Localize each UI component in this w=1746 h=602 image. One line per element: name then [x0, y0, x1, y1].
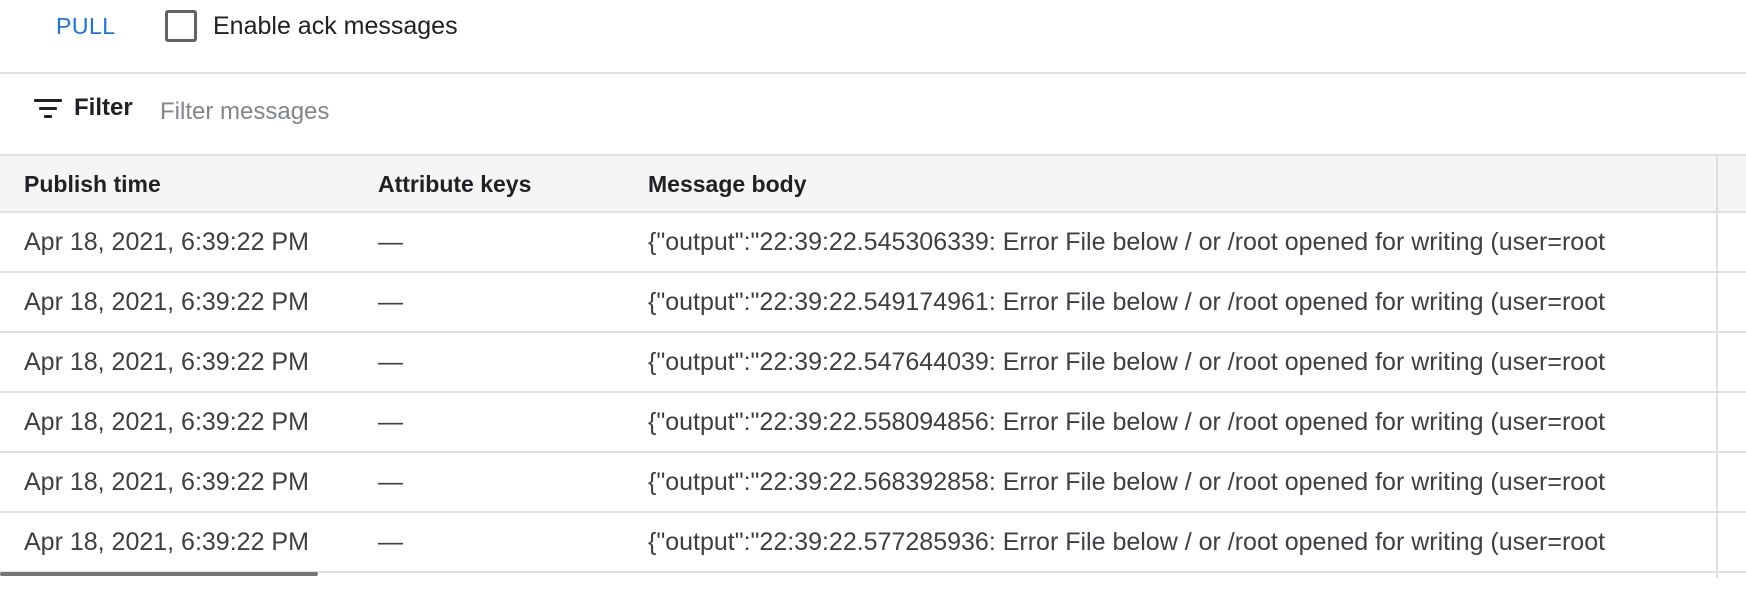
horizontal-scrollbar[interactable]	[0, 572, 318, 576]
attribute-keys-cell: —	[378, 347, 403, 376]
publish-time-cell: Apr 18, 2021, 6:39:22 PM	[24, 407, 309, 436]
column-resize-divider	[1716, 156, 1718, 578]
table-row[interactable]: Apr 18, 2021, 6:39:22 PM — {"output":"22…	[0, 393, 1746, 453]
messages-table: Publish time Attribute keys Message body…	[0, 156, 1746, 573]
publish-time-cell: Apr 18, 2021, 6:39:22 PM	[24, 467, 309, 496]
filter-bar: Filter	[0, 74, 1746, 154]
filter-label: Filter	[74, 94, 133, 121]
message-body-cell: {"output":"22:39:22.568392858: Error Fil…	[648, 467, 1606, 496]
message-body-cell: {"output":"22:39:22.545306339: Error Fil…	[648, 227, 1606, 256]
publish-time-cell: Apr 18, 2021, 6:39:22 PM	[24, 227, 309, 256]
attribute-keys-cell: —	[378, 227, 403, 256]
enable-ack-option[interactable]: Enable ack messages	[165, 10, 458, 42]
attribute-keys-cell: —	[378, 407, 403, 436]
table-row[interactable]: Apr 18, 2021, 6:39:22 PM — {"output":"22…	[0, 453, 1746, 513]
filter-button[interactable]: Filter	[34, 94, 133, 122]
column-header-attribute-keys[interactable]: Attribute keys	[378, 156, 531, 213]
enable-ack-label: Enable ack messages	[213, 11, 458, 40]
table-row[interactable]: Apr 18, 2021, 6:39:22 PM — {"output":"22…	[0, 273, 1746, 333]
publish-time-cell: Apr 18, 2021, 6:39:22 PM	[24, 527, 309, 556]
message-body-cell: {"output":"22:39:22.549174961: Error Fil…	[648, 287, 1606, 316]
publish-time-cell: Apr 18, 2021, 6:39:22 PM	[24, 347, 309, 376]
pubsub-messages-panel: PULL Enable ack messages Filter Publish …	[0, 0, 1746, 602]
table-row[interactable]: Apr 18, 2021, 6:39:22 PM — {"output":"22…	[0, 513, 1746, 573]
enable-ack-checkbox[interactable]	[165, 10, 197, 42]
message-body-cell: {"output":"22:39:22.558094856: Error Fil…	[648, 407, 1606, 436]
column-header-message-body[interactable]: Message body	[648, 156, 807, 213]
publish-time-cell: Apr 18, 2021, 6:39:22 PM	[24, 287, 309, 316]
message-body-cell: {"output":"22:39:22.577285936: Error Fil…	[648, 527, 1606, 556]
pull-button[interactable]: PULL	[44, 6, 128, 46]
filter-messages-input[interactable]	[160, 92, 860, 132]
column-header-publish-time[interactable]: Publish time	[24, 156, 161, 213]
filter-list-icon	[34, 96, 62, 120]
message-body-cell: {"output":"22:39:22.547644039: Error Fil…	[648, 347, 1606, 376]
table-body: Apr 18, 2021, 6:39:22 PM — {"output":"22…	[0, 213, 1746, 573]
attribute-keys-cell: —	[378, 287, 403, 316]
table-header: Publish time Attribute keys Message body	[0, 156, 1746, 213]
attribute-keys-cell: —	[378, 467, 403, 496]
table-row[interactable]: Apr 18, 2021, 6:39:22 PM — {"output":"22…	[0, 333, 1746, 393]
message-toolbar: PULL Enable ack messages	[0, 0, 1746, 72]
table-row[interactable]: Apr 18, 2021, 6:39:22 PM — {"output":"22…	[0, 213, 1746, 273]
attribute-keys-cell: —	[378, 527, 403, 556]
